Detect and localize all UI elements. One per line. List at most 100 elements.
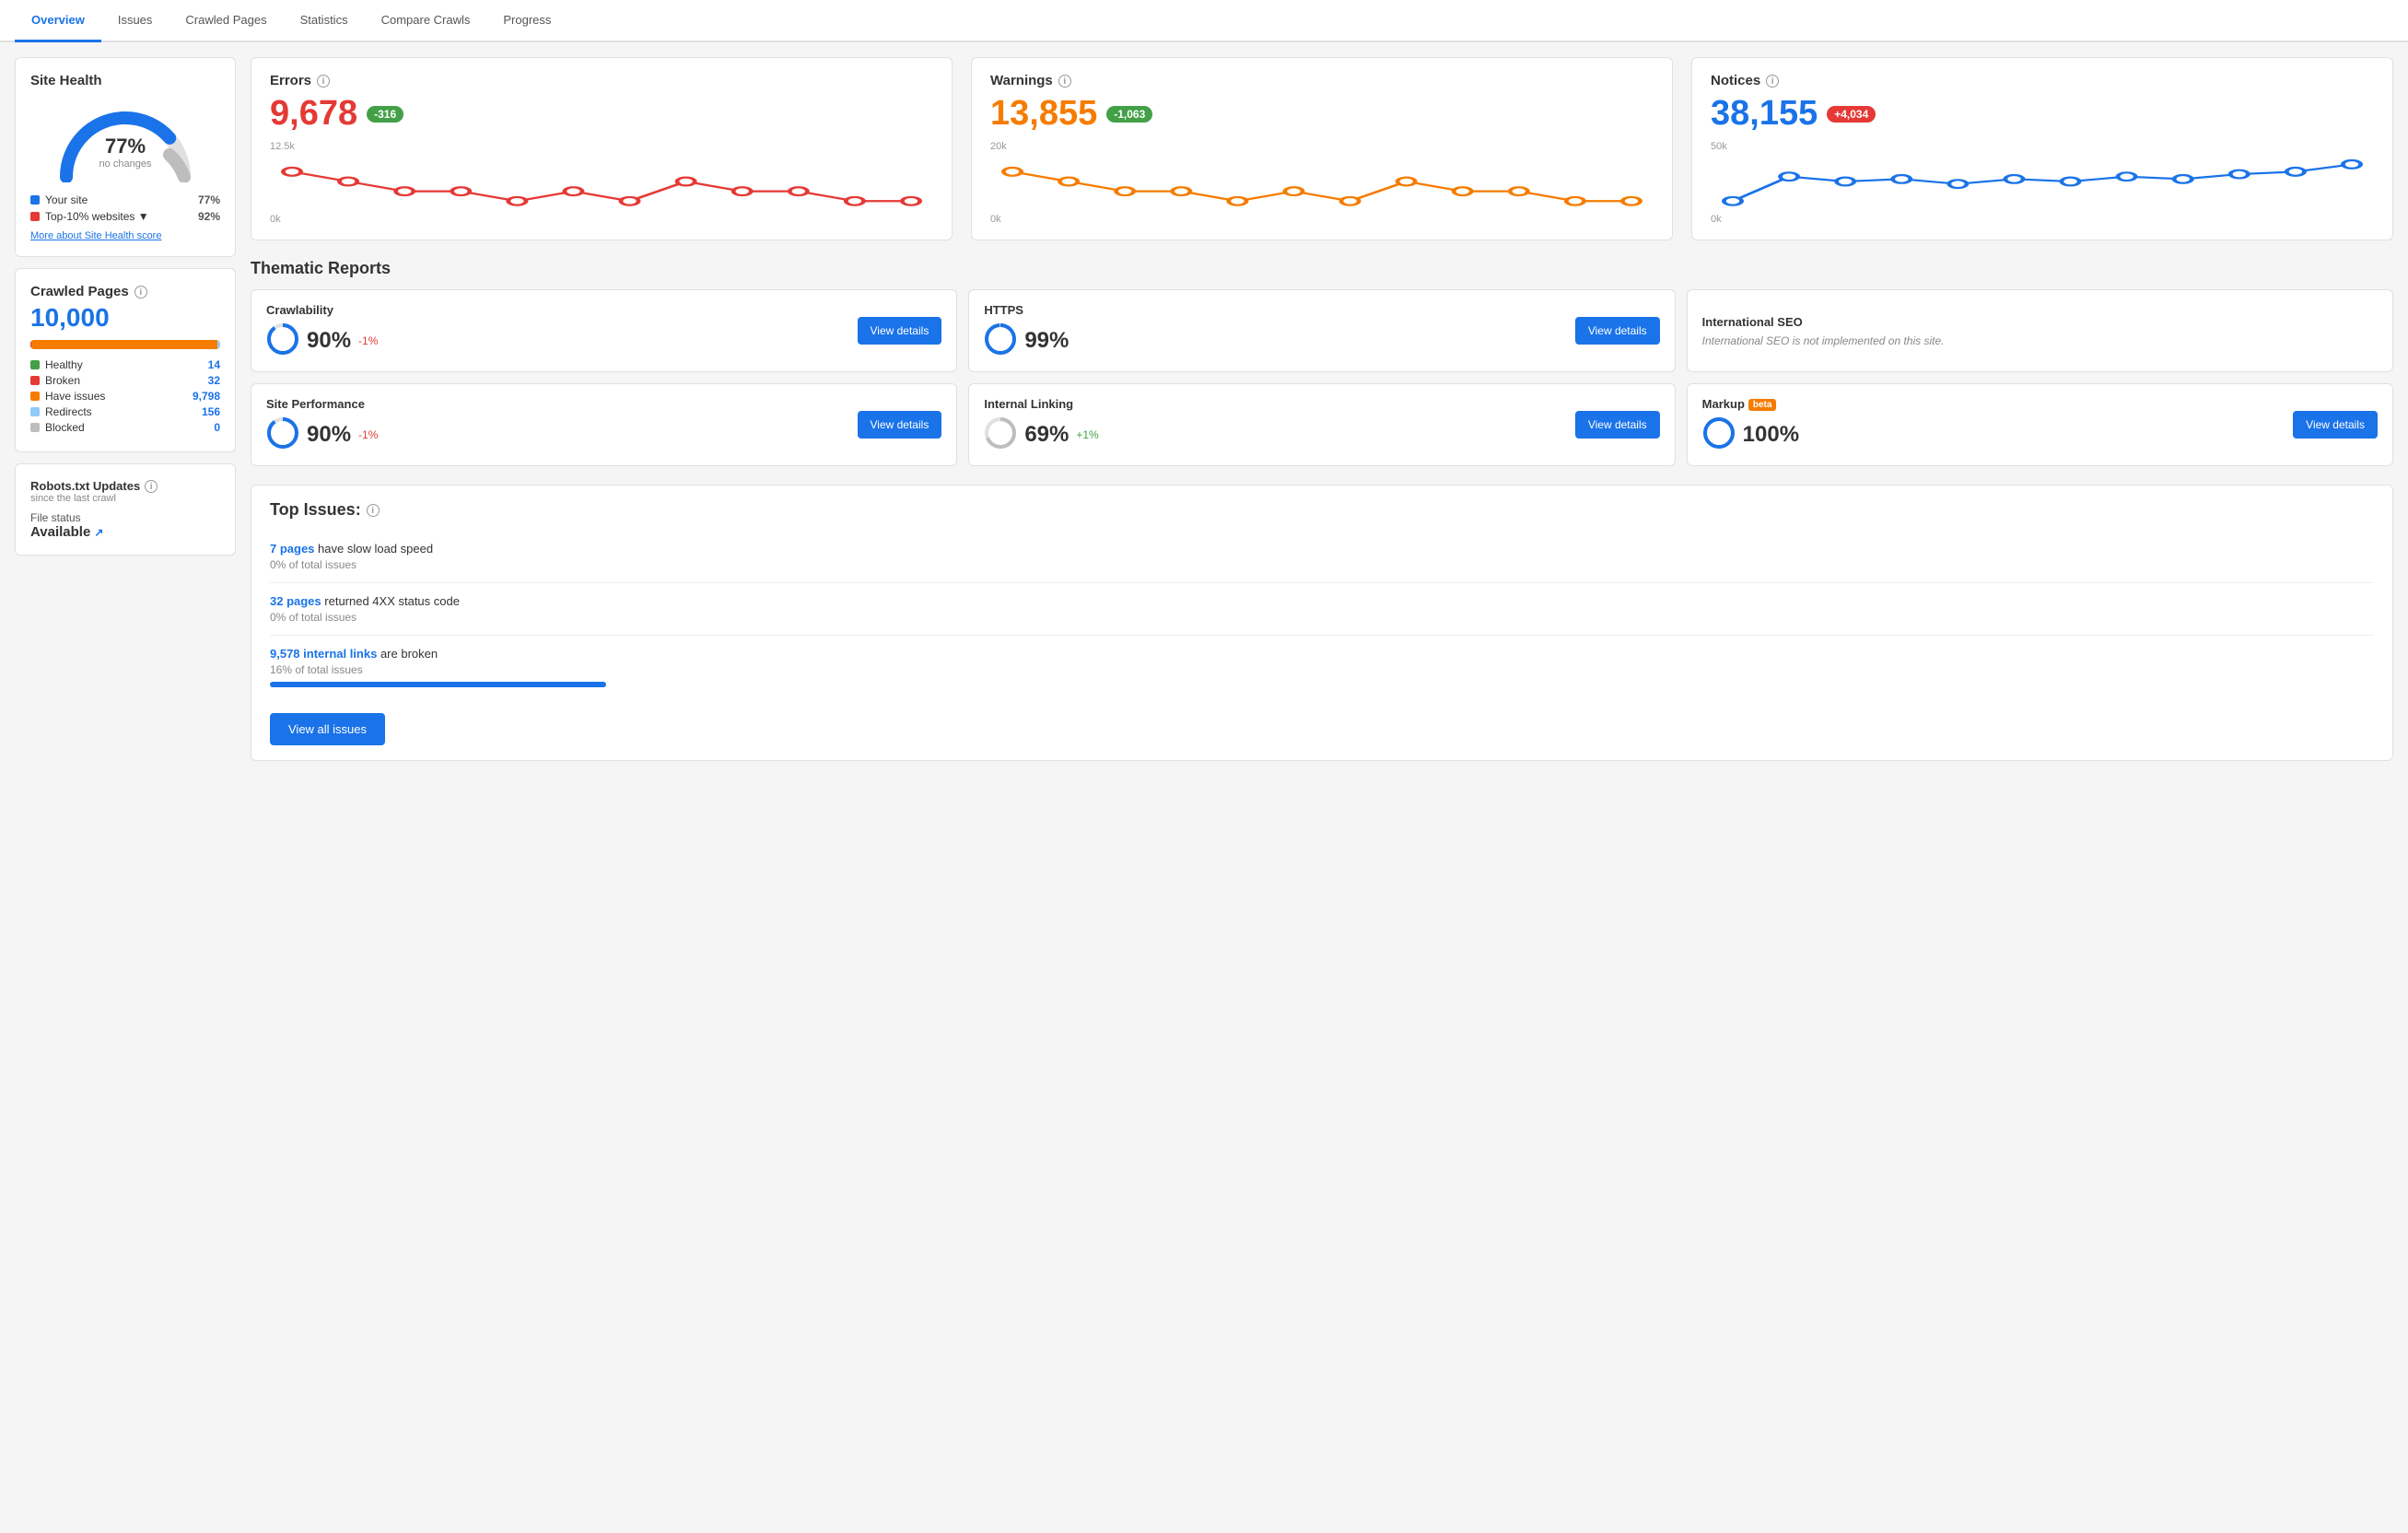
issue-slow-load: 7 pages have slow load speed 0% of total… [270,531,2374,583]
legend-item-top10: Top-10% websites ▼ 92% [30,210,220,223]
main-content: Errors i 9,678 -316 12.5k 0k Warnings i [251,57,2393,761]
sidebar: Site Health 77% no changes [15,57,236,761]
robots-info-icon: i [145,480,158,493]
metric-value-row-errors: 9,678 -316 [270,94,933,134]
issue-broken-links: 9,578 internal links are broken 16% of t… [270,636,2374,698]
tabs-nav: OverviewIssuesCrawled PagesStatisticsCom… [0,0,2408,42]
tab-overview[interactable]: Overview [15,0,101,42]
tab-issues[interactable]: Issues [101,0,169,42]
broken-dot [30,376,40,385]
report-title-international-seo: International SEO [1702,315,1945,329]
metric-value-row-warnings: 13,855 -1,063 [990,94,1654,134]
view-details-btn-site-performance[interactable]: View details [858,411,942,439]
report-ring-internal-linking [984,416,1017,452]
issue-link-4xx-status[interactable]: 32 pages [270,594,321,608]
report-change-internal-linking: +1% [1076,428,1098,441]
broken-label: Broken [45,374,80,387]
issue-pct-broken-links: 16% of total issues [270,663,2374,676]
report-title-https: HTTPS [984,303,1069,317]
stats-blocked: Blocked 0 [30,421,220,434]
issue-link-slow-load[interactable]: 7 pages [270,542,314,556]
top-issues-section: Top Issues: i 7 pages have slow load spe… [251,485,2393,761]
metric-card-errors: Errors i 9,678 -316 12.5k 0k [251,57,953,240]
issue-link-broken-links[interactable]: 9,578 internal links [270,647,377,661]
top10-value: 92% [198,210,220,223]
report-ring-crawlability [266,322,299,358]
issue-text-slow-load: 7 pages have slow load speed [270,542,2374,556]
view-details-btn-https[interactable]: View details [1575,317,1660,345]
metric-badge-warnings: -1,063 [1106,106,1152,123]
your-site-value: 77% [198,193,220,206]
file-status-value: Available ↗ [30,524,220,540]
metrics-row: Errors i 9,678 -316 12.5k 0k Warnings i [251,57,2393,240]
robots-subtitle: since the last crawl [30,493,220,504]
thematic-reports-section: Thematic Reports Crawlability 90% -1% Vi… [251,259,2393,466]
report-percent-https: 99% [1024,328,1069,354]
robots-title: Robots.txt Updates i [30,479,220,493]
report-change-crawlability: -1% [358,334,378,347]
issue-pct-4xx-status: 0% of total issues [270,611,2374,624]
metric-info-icon-notices: i [1766,75,1779,88]
issues-count: 9,798 [193,390,220,403]
more-about-score-link[interactable]: More about Site Health score [30,230,220,241]
top10-label: Top-10% websites ▼ [45,210,149,223]
tab-compare-crawls[interactable]: Compare Crawls [365,0,487,42]
redirects-dot [30,407,40,416]
gauge-percent: 77% [99,135,152,158]
file-status-label: File status [30,511,220,524]
issue-bar-broken-links [270,682,606,687]
report-card-markup: Markupbeta 100% View details [1687,383,2393,466]
crawled-pages-info-icon: i [134,286,147,298]
metric-label-notices: Notices i [1711,73,2374,88]
top-issues-title: Top Issues: i [270,500,2374,520]
tab-statistics[interactable]: Statistics [284,0,365,42]
reports-grid: Crawlability 90% -1% View details HTTPS [251,289,2393,466]
stats-redirects: Redirects 156 [30,405,220,418]
view-details-btn-markup[interactable]: View details [2293,411,2378,439]
report-card-crawlability: Crawlability 90% -1% View details [251,289,957,372]
report-title-internal-linking: Internal Linking [984,397,1098,411]
external-link-icon[interactable]: ↗ [94,526,103,539]
report-title-crawlability: Crawlability [266,303,378,317]
report-title-site-performance: Site Performance [266,397,378,411]
beta-badge: beta [1748,399,1777,411]
metric-card-warnings: Warnings i 13,855 -1,063 20k 0k [971,57,1673,240]
blocked-label: Blocked [45,421,85,434]
healthy-dot [30,360,40,369]
tab-progress[interactable]: Progress [486,0,567,42]
crawled-pages-count: 10,000 [30,303,220,333]
stats-have-issues: Have issues 9,798 [30,390,220,403]
legend-item-your-site: Your site 77% [30,193,220,206]
blocked-dot [30,423,40,432]
healthy-count: 14 [208,358,220,371]
issues-label: Have issues [45,390,105,403]
gauge-label: no changes [99,158,152,170]
view-all-issues-button[interactable]: View all issues [270,713,385,745]
view-details-btn-internal-linking[interactable]: View details [1575,411,1660,439]
issues-dot [30,392,40,401]
issue-4xx-status: 32 pages returned 4XX status code 0% of … [270,583,2374,636]
issue-pct-slow-load: 0% of total issues [270,558,2374,571]
report-card-site-performance: Site Performance 90% -1% View details [251,383,957,466]
thematic-reports-title: Thematic Reports [251,259,2393,278]
report-percent-markup: 100% [1743,422,1799,448]
gauge-text: 77% no changes [99,135,152,170]
intl-seo-note: International SEO is not implemented on … [1702,334,1945,347]
metric-info-icon-warnings: i [1058,75,1071,88]
your-site-dot [30,195,40,205]
metric-value-errors: 9,678 [270,94,357,134]
metric-value-notices: 38,155 [1711,94,1818,134]
metric-card-notices: Notices i 38,155 +4,034 50k 0k [1691,57,2393,240]
report-card-international-seo: International SEO International SEO is n… [1687,289,2393,372]
crawled-pages-title: Crawled Pages i [30,284,220,299]
view-details-btn-crawlability[interactable]: View details [858,317,942,345]
crawled-pages-card: Crawled Pages i 10,000 Healthy 14 [15,268,236,452]
issues-segment [31,340,217,349]
metric-value-row-notices: 38,155 +4,034 [1711,94,2374,134]
metric-label-warnings: Warnings i [990,73,1654,88]
tab-crawled-pages[interactable]: Crawled Pages [169,0,283,42]
top-issues-info-icon: i [367,504,380,517]
issue-text-4xx-status: 32 pages returned 4XX status code [270,594,2374,608]
crawled-stats-list: Healthy 14 Broken 32 Have issues [30,358,220,434]
blocked-count: 0 [214,421,220,434]
